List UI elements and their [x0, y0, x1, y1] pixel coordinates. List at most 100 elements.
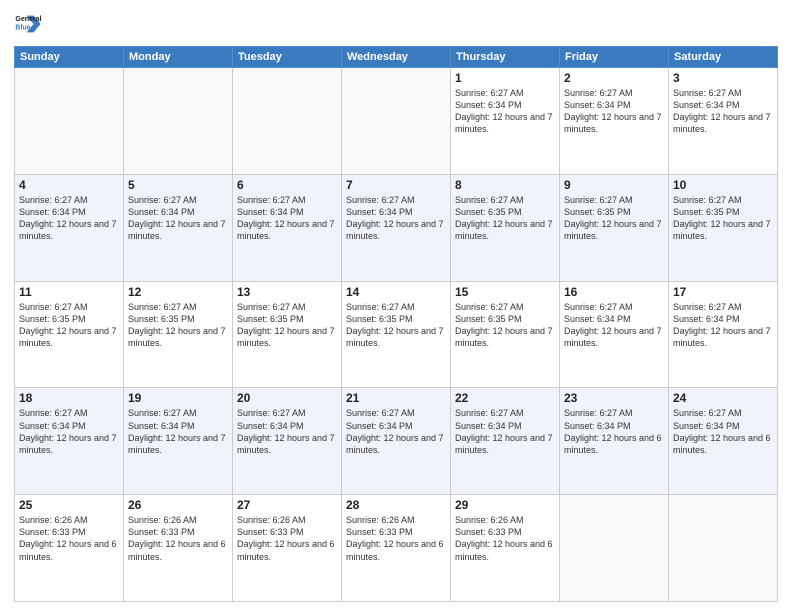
calendar-cell: 1 Sunrise: 6:27 AMSunset: 6:34 PMDaylight… [451, 68, 560, 175]
calendar-cell: 4 Sunrise: 6:27 AMSunset: 6:34 PMDaylight… [15, 174, 124, 281]
weekday-header-thursday: Thursday [451, 47, 560, 68]
page: General Blue SundayMondayTuesdayWednesda… [0, 0, 792, 612]
calendar-cell: 25 Sunrise: 6:26 AMSunset: 6:33 PMDayligh… [15, 495, 124, 602]
day-info: Sunrise: 6:27 AMSunset: 6:34 PMDaylight:… [346, 194, 446, 243]
day-number: 20 [237, 391, 337, 405]
svg-text:Blue: Blue [15, 25, 30, 32]
day-info: Sunrise: 6:27 AMSunset: 6:34 PMDaylight:… [19, 407, 119, 456]
day-number: 10 [673, 178, 773, 192]
calendar-cell: 11 Sunrise: 6:27 AMSunset: 6:35 PMDayligh… [15, 281, 124, 388]
day-info: Sunrise: 6:27 AMSunset: 6:34 PMDaylight:… [564, 407, 664, 456]
calendar-cell [15, 68, 124, 175]
calendar-cell [233, 68, 342, 175]
calendar-cell: 27 Sunrise: 6:26 AMSunset: 6:33 PMDayligh… [233, 495, 342, 602]
day-number: 26 [128, 498, 228, 512]
day-info: Sunrise: 6:27 AMSunset: 6:34 PMDaylight:… [455, 407, 555, 456]
calendar-cell: 6 Sunrise: 6:27 AMSunset: 6:34 PMDaylight… [233, 174, 342, 281]
day-info: Sunrise: 6:27 AMSunset: 6:34 PMDaylight:… [564, 87, 664, 136]
day-number: 27 [237, 498, 337, 512]
calendar-cell: 2 Sunrise: 6:27 AMSunset: 6:34 PMDaylight… [560, 68, 669, 175]
calendar-cell: 18 Sunrise: 6:27 AMSunset: 6:34 PMDayligh… [15, 388, 124, 495]
day-info: Sunrise: 6:27 AMSunset: 6:34 PMDaylight:… [673, 407, 773, 456]
day-info: Sunrise: 6:27 AMSunset: 6:34 PMDaylight:… [564, 301, 664, 350]
calendar-table: SundayMondayTuesdayWednesdayThursdayFrid… [14, 46, 778, 602]
calendar-cell: 7 Sunrise: 6:27 AMSunset: 6:34 PMDaylight… [342, 174, 451, 281]
generalblue-icon: General Blue [14, 10, 42, 38]
calendar-cell [560, 495, 669, 602]
day-number: 28 [346, 498, 446, 512]
calendar-cell [124, 68, 233, 175]
day-number: 22 [455, 391, 555, 405]
calendar-cell: 13Sunrise: 6:27 AMSunset: 6:35 PMDayligh… [233, 281, 342, 388]
day-info: Sunrise: 6:27 AMSunset: 6:35 PMDaylight:… [564, 194, 664, 243]
day-info: Sunrise: 6:26 AMSunset: 6:33 PMDaylight:… [237, 514, 337, 563]
day-number: 4 [19, 178, 119, 192]
day-info: Sunrise: 6:27 AMSunset: 6:35 PMDaylight:… [128, 301, 228, 350]
calendar-cell: 22 Sunrise: 6:27 AMSunset: 6:34 PMDayligh… [451, 388, 560, 495]
day-number: 6 [237, 178, 337, 192]
day-number: 21 [346, 391, 446, 405]
calendar-cell: 19 Sunrise: 6:27 AMSunset: 6:34 PMDayligh… [124, 388, 233, 495]
day-info: Sunrise: 6:27 AMSunset: 6:35 PMDaylight:… [346, 301, 446, 350]
day-number: 24 [673, 391, 773, 405]
calendar-cell: 10Sunrise: 6:27 AMSunset: 6:35 PMDayligh… [669, 174, 778, 281]
calendar-cell: 26 Sunrise: 6:26 AMSunset: 6:33 PMDayligh… [124, 495, 233, 602]
calendar-cell: 24 Sunrise: 6:27 AMSunset: 6:34 PMDayligh… [669, 388, 778, 495]
weekday-header-friday: Friday [560, 47, 669, 68]
day-info: Sunrise: 6:27 AMSunset: 6:34 PMDaylight:… [455, 87, 555, 136]
day-number: 15 [455, 285, 555, 299]
calendar-cell: 29 Sunrise: 6:26 AMSunset: 6:33 PMDayligh… [451, 495, 560, 602]
day-info: Sunrise: 6:27 AMSunset: 6:34 PMDaylight:… [19, 194, 119, 243]
day-number: 3 [673, 71, 773, 85]
day-number: 25 [19, 498, 119, 512]
day-info: Sunrise: 6:26 AMSunset: 6:33 PMDaylight:… [346, 514, 446, 563]
day-number: 14 [346, 285, 446, 299]
calendar-cell: 8 Sunrise: 6:27 AMSunset: 6:35 PMDaylight… [451, 174, 560, 281]
day-number: 2 [564, 71, 664, 85]
day-number: 17 [673, 285, 773, 299]
calendar-cell: 9 Sunrise: 6:27 AMSunset: 6:35 PMDaylight… [560, 174, 669, 281]
day-number: 18 [19, 391, 119, 405]
day-info: Sunrise: 6:27 AMSunset: 6:35 PMDaylight:… [455, 194, 555, 243]
day-number: 23 [564, 391, 664, 405]
day-info: Sunrise: 6:27 AMSunset: 6:34 PMDaylight:… [128, 407, 228, 456]
day-info: Sunrise: 6:27 AMSunset: 6:34 PMDaylight:… [237, 407, 337, 456]
weekday-header-monday: Monday [124, 47, 233, 68]
day-number: 19 [128, 391, 228, 405]
day-number: 8 [455, 178, 555, 192]
day-number: 9 [564, 178, 664, 192]
calendar-cell: 17 Sunrise: 6:27 AMSunset: 6:34 PMDayligh… [669, 281, 778, 388]
logo: General Blue [14, 10, 42, 38]
day-number: 16 [564, 285, 664, 299]
day-info: Sunrise: 6:27 AMSunset: 6:34 PMDaylight:… [346, 407, 446, 456]
day-number: 12 [128, 285, 228, 299]
day-info: Sunrise: 6:27 AMSunset: 6:34 PMDaylight:… [237, 194, 337, 243]
day-info: Sunrise: 6:27 AMSunset: 6:35 PMDaylight:… [237, 301, 337, 350]
calendar-cell: 16 Sunrise: 6:27 AMSunset: 6:34 PMDayligh… [560, 281, 669, 388]
weekday-header-saturday: Saturday [669, 47, 778, 68]
day-info: Sunrise: 6:26 AMSunset: 6:33 PMDaylight:… [128, 514, 228, 563]
header: General Blue [14, 10, 778, 38]
day-number: 7 [346, 178, 446, 192]
day-number: 29 [455, 498, 555, 512]
day-info: Sunrise: 6:27 AMSunset: 6:34 PMDaylight:… [128, 194, 228, 243]
day-info: Sunrise: 6:27 AMSunset: 6:34 PMDaylight:… [673, 301, 773, 350]
calendar-cell: 28 Sunrise: 6:26 AMSunset: 6:33 PMDayligh… [342, 495, 451, 602]
weekday-header-tuesday: Tuesday [233, 47, 342, 68]
calendar-cell: 23 Sunrise: 6:27 AMSunset: 6:34 PMDayligh… [560, 388, 669, 495]
day-number: 5 [128, 178, 228, 192]
weekday-header-sunday: Sunday [15, 47, 124, 68]
calendar-cell: 12 Sunrise: 6:27 AMSunset: 6:35 PMDayligh… [124, 281, 233, 388]
calendar-cell: 21 Sunrise: 6:27 AMSunset: 6:34 PMDayligh… [342, 388, 451, 495]
weekday-header-wednesday: Wednesday [342, 47, 451, 68]
calendar-cell: 20 Sunrise: 6:27 AMSunset: 6:34 PMDayligh… [233, 388, 342, 495]
day-info: Sunrise: 6:27 AMSunset: 6:34 PMDaylight:… [673, 87, 773, 136]
calendar-cell [342, 68, 451, 175]
day-number: 11 [19, 285, 119, 299]
day-info: Sunrise: 6:26 AMSunset: 6:33 PMDaylight:… [19, 514, 119, 563]
day-number: 1 [455, 71, 555, 85]
day-info: Sunrise: 6:26 AMSunset: 6:33 PMDaylight:… [455, 514, 555, 563]
day-info: Sunrise: 6:27 AMSunset: 6:35 PMDaylight:… [19, 301, 119, 350]
calendar-cell: 3 Sunrise: 6:27 AMSunset: 6:34 PMDaylight… [669, 68, 778, 175]
calendar-cell: 14 Sunrise: 6:27 AMSunset: 6:35 PMDayligh… [342, 281, 451, 388]
